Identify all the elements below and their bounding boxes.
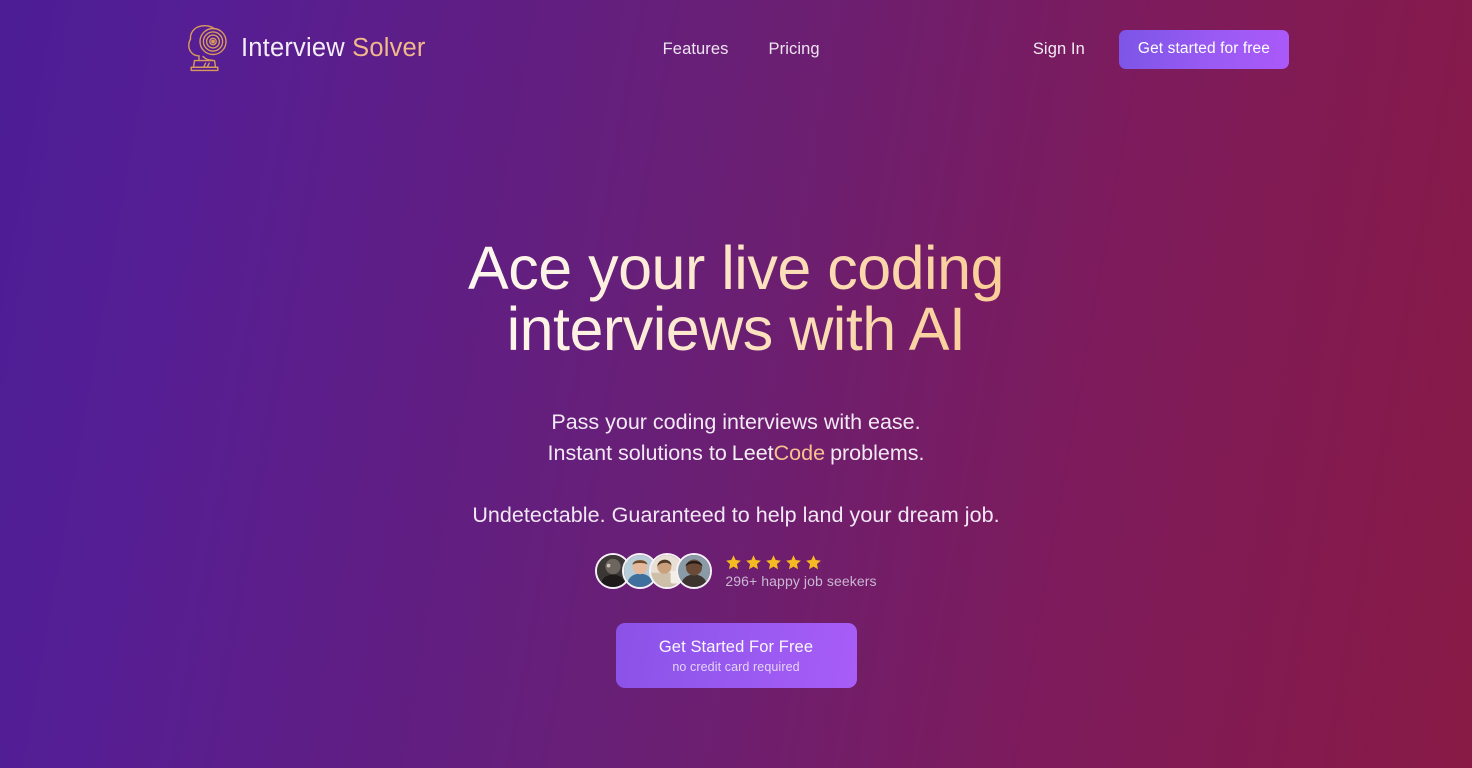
- star-icon: [726, 554, 742, 569]
- hero-sub-line2-prefix: Instant solutions to: [547, 441, 727, 465]
- star-icon: [786, 554, 802, 569]
- leetcode-label-code: Code: [773, 441, 826, 465]
- happy-seekers-count: 296+ happy job seekers: [725, 572, 877, 589]
- hero-section: Ace your live coding interviews with AI …: [0, 0, 1472, 768]
- hero-guarantee-text: Undetectable. Guaranteed to help land yo…: [472, 503, 1000, 527]
- hero-sub-line1: Pass your coding interviews with ease.: [551, 410, 921, 434]
- rating-block: 296+ happy job seekers: [725, 554, 877, 589]
- hero-get-started-button[interactable]: Get Started For Free no credit card requ…: [615, 623, 857, 688]
- leetcode-label-leet: Leet: [731, 441, 774, 465]
- hero-cta-subtitle: no credit card required: [672, 659, 800, 674]
- hero-sub-line2-suffix: problems.: [830, 441, 925, 465]
- hero-headline-line2: interviews with AI: [506, 295, 966, 363]
- star-rating: [725, 554, 876, 571]
- avatar-group: [595, 553, 713, 589]
- star-icon: [746, 554, 762, 569]
- avatar-photo-4-icon: [678, 555, 711, 587]
- star-icon: [766, 554, 782, 569]
- hero-subheadline: Pass your coding interviews with ease. I…: [548, 407, 925, 469]
- avatar: [676, 553, 713, 589]
- star-icon: [806, 554, 822, 569]
- hero-cta-title: Get Started For Free: [658, 637, 814, 656]
- hero-headline-line1: Ace your live coding: [468, 234, 1004, 302]
- social-proof: 296+ happy job seekers: [595, 553, 877, 589]
- hero-headline: Ace your live coding interviews with AI: [416, 238, 1056, 360]
